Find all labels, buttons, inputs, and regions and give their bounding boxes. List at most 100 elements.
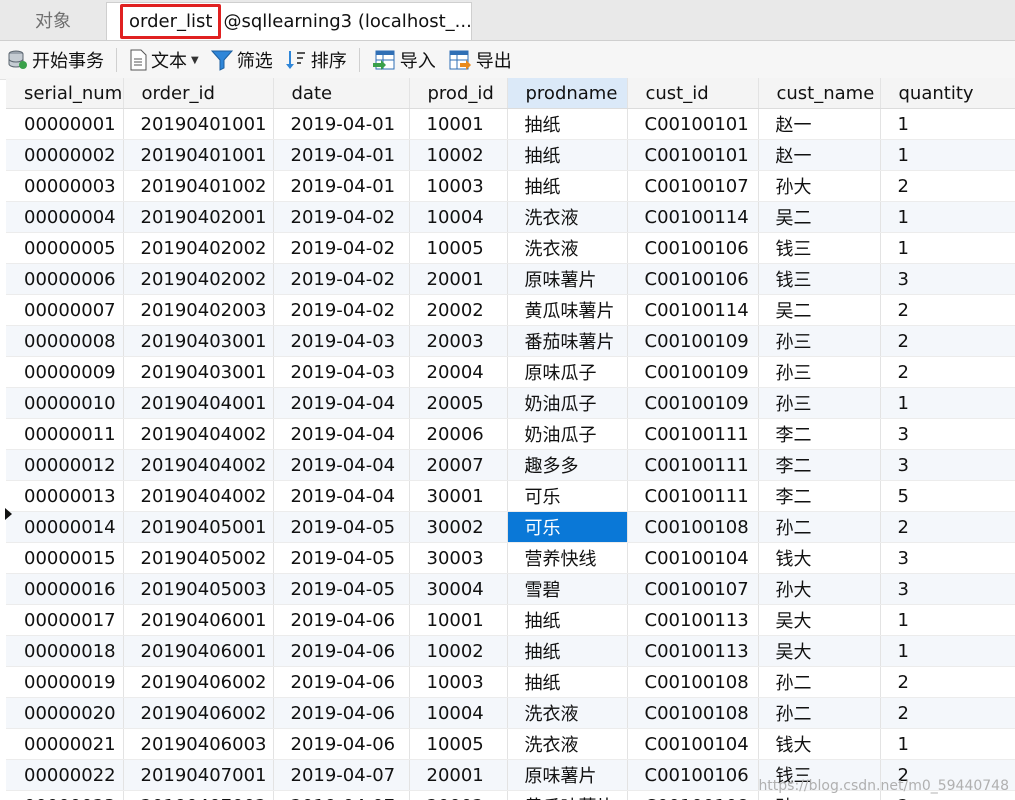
table-row[interactable]: 00000020 20190406002 2019-04-06 10004 洗衣液 C00… bbox=[6, 697, 1015, 729]
column-header-prodname[interactable]: prodname bbox=[507, 78, 628, 109]
table-row[interactable]: 00000010 20190404001 2019-04-04 20005 奶油瓜子 C0… bbox=[6, 387, 1015, 419]
cell-date[interactable]: 2019-04-01 bbox=[273, 108, 410, 140]
cell-date[interactable]: 2019-04-06 bbox=[273, 666, 410, 698]
cell-cust-id[interactable]: C00100104 bbox=[627, 542, 759, 574]
cell-order-id[interactable]: 20190407002 bbox=[123, 790, 274, 800]
cell-prodname[interactable]: 奶油瓜子 bbox=[507, 418, 628, 450]
cell-cust-name[interactable]: 孙三 bbox=[758, 356, 881, 388]
cell-prod-id[interactable]: 30003 bbox=[409, 542, 508, 574]
column-header-cust-name[interactable]: cust_name bbox=[758, 78, 881, 109]
cell-prod-id[interactable]: 10004 bbox=[409, 697, 508, 729]
cell-cust-id[interactable]: C00100108 bbox=[627, 666, 759, 698]
cell-quantity[interactable]: 1 bbox=[880, 387, 1015, 419]
cell-serial-num[interactable]: 00000003 bbox=[6, 170, 124, 202]
cell-order-id[interactable]: 20190405002 bbox=[123, 542, 274, 574]
cell-cust-id[interactable]: C00100107 bbox=[627, 573, 759, 605]
cell-serial-num[interactable]: 00000006 bbox=[6, 263, 124, 295]
cell-cust-id[interactable]: C00100114 bbox=[627, 201, 759, 233]
cell-cust-name[interactable]: 孙二 bbox=[758, 697, 881, 729]
cell-date[interactable]: 2019-04-07 bbox=[273, 759, 410, 791]
cell-cust-id[interactable]: C00100111 bbox=[627, 449, 759, 481]
cell-date[interactable]: 2019-04-06 bbox=[273, 604, 410, 636]
cell-prod-id[interactable]: 20001 bbox=[409, 263, 508, 295]
cell-order-id[interactable]: 20190405001 bbox=[123, 511, 274, 543]
cell-prod-id[interactable]: 20001 bbox=[409, 759, 508, 791]
cell-quantity[interactable]: 2 bbox=[880, 356, 1015, 388]
cell-cust-name[interactable]: 钱三 bbox=[758, 232, 881, 264]
table-row[interactable]: 00000019 20190406002 2019-04-06 10003 抽纸 C001… bbox=[6, 666, 1015, 698]
cell-prod-id[interactable]: 10004 bbox=[409, 201, 508, 233]
cell-serial-num[interactable]: 00000002 bbox=[6, 139, 124, 171]
cell-serial-num[interactable]: 00000010 bbox=[6, 387, 124, 419]
column-header-order-id[interactable]: order_id bbox=[123, 78, 274, 109]
cell-quantity[interactable]: 2 bbox=[880, 170, 1015, 202]
cell-date[interactable]: 2019-04-02 bbox=[273, 232, 410, 264]
cell-cust-name[interactable]: 孙大 bbox=[758, 573, 881, 605]
table-row[interactable]: 00000011 20190404002 2019-04-04 20006 奶油瓜子 C0… bbox=[6, 418, 1015, 450]
cell-cust-id[interactable]: C00100109 bbox=[627, 325, 759, 357]
cell-cust-name[interactable]: 李二 bbox=[758, 449, 881, 481]
cell-quantity[interactable]: 2 bbox=[880, 697, 1015, 729]
cell-prod-id[interactable]: 30004 bbox=[409, 573, 508, 605]
cell-prod-id[interactable]: 20004 bbox=[409, 356, 508, 388]
cell-prod-id[interactable]: 10002 bbox=[409, 139, 508, 171]
cell-serial-num[interactable]: 00000005 bbox=[6, 232, 124, 264]
cell-prod-id[interactable]: 10002 bbox=[409, 635, 508, 667]
cell-cust-name[interactable]: 赵一 bbox=[758, 108, 881, 140]
cell-prod-id[interactable]: 10005 bbox=[409, 728, 508, 760]
cell-order-id[interactable]: 20190404002 bbox=[123, 418, 274, 450]
table-row[interactable]: 00000014 20190405001 2019-04-05 30002 可乐 C001… bbox=[6, 511, 1015, 543]
table-row[interactable]: 00000009 20190403001 2019-04-03 20004 原味瓜子 C0… bbox=[6, 356, 1015, 388]
cell-cust-id[interactable]: C00100101 bbox=[627, 139, 759, 171]
cell-date[interactable]: 2019-04-02 bbox=[273, 201, 410, 233]
cell-quantity[interactable]: 3 bbox=[880, 573, 1015, 605]
cell-quantity[interactable]: 2 bbox=[880, 294, 1015, 326]
table-row[interactable]: 00000008 20190403001 2019-04-03 20003 番茄味薯片 C… bbox=[6, 325, 1015, 357]
cell-date[interactable]: 2019-04-04 bbox=[273, 387, 410, 419]
cell-quantity[interactable]: 1 bbox=[880, 108, 1015, 140]
cell-quantity[interactable]: 2 bbox=[880, 511, 1015, 543]
cell-quantity[interactable]: 3 bbox=[880, 263, 1015, 295]
cell-quantity[interactable]: 3 bbox=[880, 418, 1015, 450]
sort-button[interactable]: 排序 bbox=[279, 45, 353, 75]
cell-quantity[interactable]: 1 bbox=[880, 201, 1015, 233]
cell-prodname[interactable]: 抽纸 bbox=[507, 604, 628, 636]
cell-quantity[interactable]: 2 bbox=[880, 666, 1015, 698]
cell-prod-id[interactable]: 30001 bbox=[409, 480, 508, 512]
table-row[interactable]: 00000015 20190405002 2019-04-05 30003 营养快线 C0… bbox=[6, 542, 1015, 574]
table-row[interactable]: 00000006 20190402002 2019-04-02 20001 原味薯片 C0… bbox=[6, 263, 1015, 295]
cell-cust-name[interactable]: 钱大 bbox=[758, 728, 881, 760]
cell-order-id[interactable]: 20190402003 bbox=[123, 294, 274, 326]
cell-cust-id[interactable]: C00100108 bbox=[627, 790, 759, 800]
cell-order-id[interactable]: 20190401002 bbox=[123, 170, 274, 202]
cell-cust-id[interactable]: C00100114 bbox=[627, 294, 759, 326]
cell-prodname[interactable]: 可乐 bbox=[507, 511, 628, 543]
cell-serial-num[interactable]: 00000007 bbox=[6, 294, 124, 326]
cell-order-id[interactable]: 20190401001 bbox=[123, 139, 274, 171]
cell-order-id[interactable]: 20190406002 bbox=[123, 697, 274, 729]
cell-cust-name[interactable]: 李二 bbox=[758, 480, 881, 512]
cell-prodname[interactable]: 趣多多 bbox=[507, 449, 628, 481]
cell-serial-num[interactable]: 00000001 bbox=[6, 108, 124, 140]
cell-cust-name[interactable]: 孙二 bbox=[758, 511, 881, 543]
cell-prod-id[interactable]: 20006 bbox=[409, 418, 508, 450]
cell-cust-id[interactable]: C00100106 bbox=[627, 232, 759, 264]
cell-date[interactable]: 2019-04-06 bbox=[273, 697, 410, 729]
cell-prodname[interactable]: 抽纸 bbox=[507, 139, 628, 171]
column-header-serial-num[interactable]: serial_num bbox=[6, 78, 124, 109]
cell-quantity[interactable]: 1 bbox=[880, 728, 1015, 760]
cell-prodname[interactable]: 奶油瓜子 bbox=[507, 387, 628, 419]
cell-cust-id[interactable]: C00100106 bbox=[627, 263, 759, 295]
cell-order-id[interactable]: 20190406003 bbox=[123, 728, 274, 760]
table-row[interactable]: 00000018 20190406001 2019-04-06 10002 抽纸 C001… bbox=[6, 635, 1015, 667]
text-button[interactable]: 文本 ▼ bbox=[123, 45, 205, 75]
cell-cust-name[interactable]: 吴二 bbox=[758, 294, 881, 326]
cell-serial-num[interactable]: 00000016 bbox=[6, 573, 124, 605]
cell-cust-id[interactable]: C00100113 bbox=[627, 635, 759, 667]
cell-serial-num[interactable]: 00000014 bbox=[6, 511, 124, 543]
column-header-prod-id[interactable]: prod_id bbox=[409, 78, 508, 109]
cell-prodname[interactable]: 洗衣液 bbox=[507, 728, 628, 760]
cell-date[interactable]: 2019-04-03 bbox=[273, 356, 410, 388]
cell-prodname[interactable]: 黄瓜味薯片 bbox=[507, 790, 628, 800]
table-row[interactable]: 00000004 20190402001 2019-04-02 10004 洗衣液 C00… bbox=[6, 201, 1015, 233]
